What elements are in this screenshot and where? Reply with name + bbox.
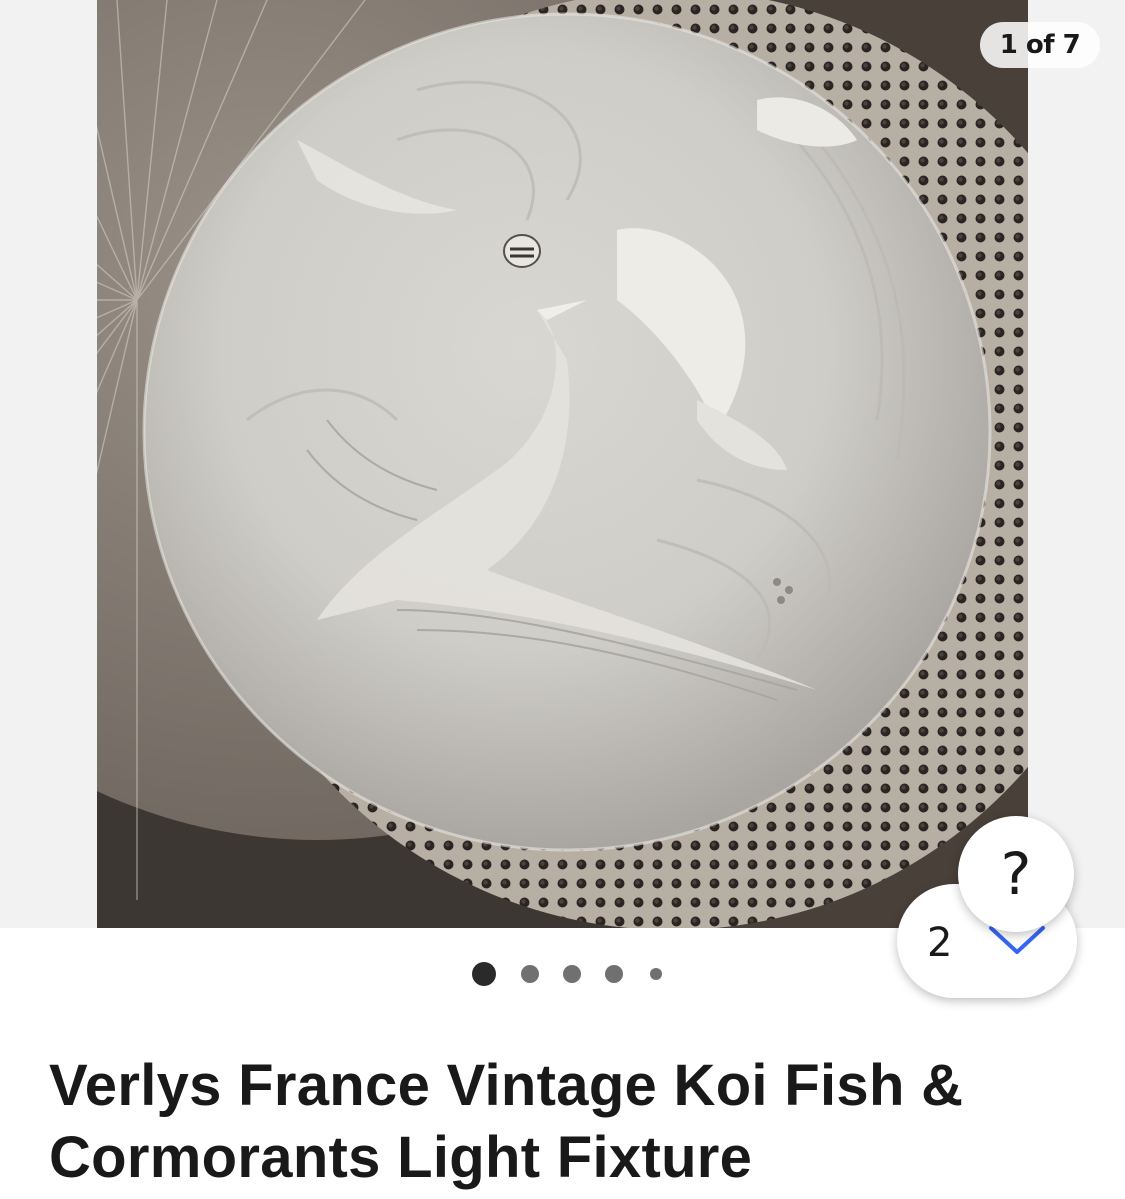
question-mark-icon: ?	[1000, 840, 1032, 908]
count-label: 2	[927, 920, 953, 966]
pagination-dot[interactable]	[521, 965, 539, 983]
help-button[interactable]: ?	[958, 816, 1074, 932]
pagination-dot-active[interactable]	[472, 962, 496, 986]
listing-title: Verlys France Vintage Koi Fish & Cormora…	[49, 1053, 964, 1190]
pagination-dot[interactable]	[563, 965, 581, 983]
pagination-dot-small[interactable]	[650, 968, 662, 980]
image-counter-badge: 1 of 7	[980, 22, 1100, 68]
image-gallery[interactable]: 1 of 7	[0, 0, 1125, 928]
pagination-dot[interactable]	[605, 965, 623, 983]
listing-photo[interactable]	[97, 0, 1028, 928]
photo-canvas	[97, 0, 1028, 928]
